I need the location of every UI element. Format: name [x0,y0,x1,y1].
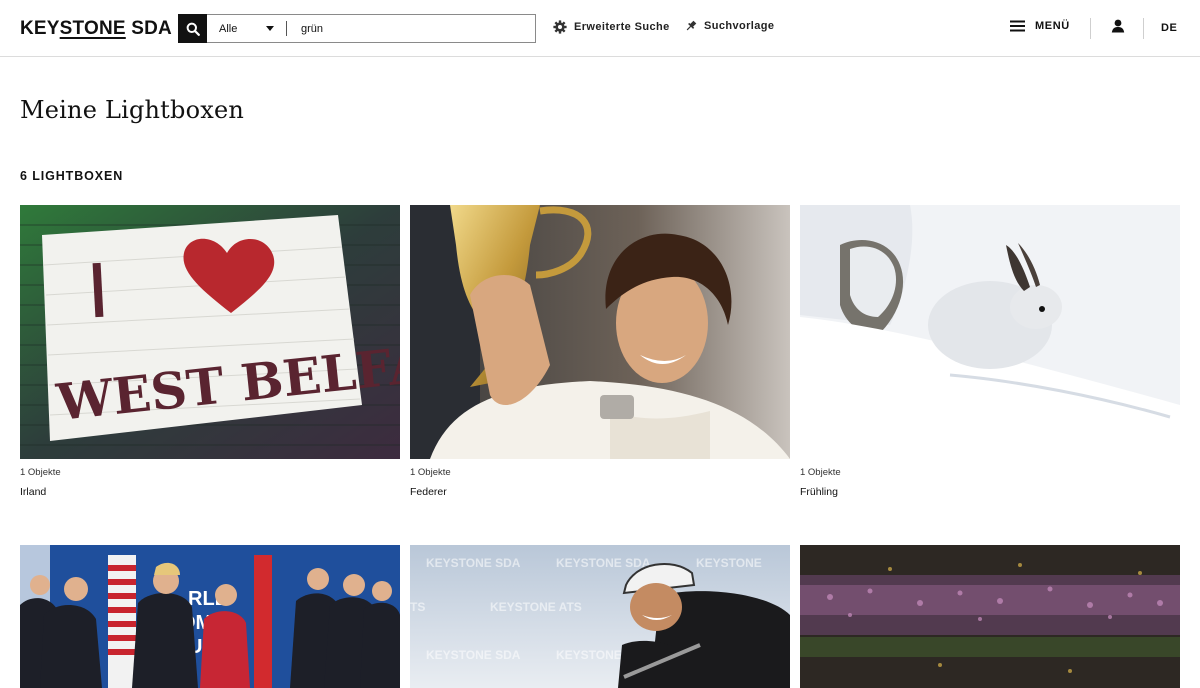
header-divider [1090,18,1091,39]
lightbox-object-count: 1 Objekte [410,467,451,478]
lightbox-card-heather[interactable] [800,545,1180,688]
lightbox-thumbnail[interactable] [800,205,1180,459]
lightbox-card-federer[interactable]: 1 Objekte Federer [410,205,790,498]
header-divider [1143,18,1144,39]
logo-text-underlined: STONE [59,18,126,39]
gear-icon [553,20,567,34]
chevron-down-icon [266,26,274,31]
watermark-text: KEYSTONE ATS [490,600,582,614]
language-switch[interactable]: DE [1161,22,1177,34]
hamburger-menu-icon [1010,20,1025,32]
top-header: KEYSTONE SDA Alle grün Erweiterte Suche … [0,0,1200,57]
lightbox-thumbnail[interactable]: RLD OMIC UM [20,545,400,688]
watermark-text: KEYSTONE SDA [426,648,521,662]
search-icon [186,22,200,36]
logo-text-part: KEY [20,18,60,39]
watermark-text: TS [410,600,425,614]
search-scope-value: Alle [219,22,238,35]
user-icon [1111,19,1125,33]
search-scope-select[interactable]: Alle [207,21,287,36]
search-button[interactable] [178,14,207,43]
watermark-text: KEYSTONE [696,556,762,570]
lightbox-thumbnail[interactable] [410,205,790,459]
lightbox-name[interactable]: Federer [410,486,790,498]
lightbox-thumbnail[interactable]: KEYSTONE SDA KEYSTONE SDA KEYSTONE TS KE… [410,545,790,688]
search-template-link[interactable]: Suchvorlage [685,20,774,32]
watermark-text: KEYSTONE SDA [556,556,651,570]
lightbox-thumbnail[interactable]: WEST BELFAST [20,205,400,459]
lightbox-card-irland[interactable]: WEST BELFAST 1 Objekte Irland [20,205,400,498]
lightbox-card-wef[interactable]: RLD OMIC UM [20,545,400,688]
lightbox-thumbnail[interactable] [800,545,1180,688]
keystone-sda-logo[interactable]: KEYSTONE SDA [20,18,172,40]
lightbox-name[interactable]: Irland [20,486,400,498]
page-title: Meine Lightboxen [20,96,245,124]
watermark-text: KEYSTONE SDA [426,556,521,570]
lightbox-object-count: 1 Objekte [20,467,61,478]
lightbox-card-cyclist[interactable]: KEYSTONE SDA KEYSTONE SDA KEYSTONE TS KE… [410,545,790,688]
lightbox-name[interactable]: Frühling [800,486,1180,498]
menu-label: MENÜ [1035,20,1070,32]
pin-icon [686,20,697,31]
logo-text-part: SDA [125,18,172,39]
search-input[interactable] [287,15,535,42]
lightbox-object-count: 1 Objekte [800,467,841,478]
main-menu-button[interactable]: MENÜ [1010,20,1070,32]
lightbox-card-fruehling[interactable]: 1 Objekte Frühling [800,205,1180,498]
lightbox-count: 6 LIGHTBOXEN [20,169,124,183]
user-account-button[interactable] [1111,19,1125,38]
advanced-search-link[interactable]: Erweiterte Suche [553,20,670,34]
search-template-label: Suchvorlage [704,20,775,32]
search-bar: Alle [178,14,536,43]
advanced-search-label: Erweiterte Suche [574,21,670,33]
